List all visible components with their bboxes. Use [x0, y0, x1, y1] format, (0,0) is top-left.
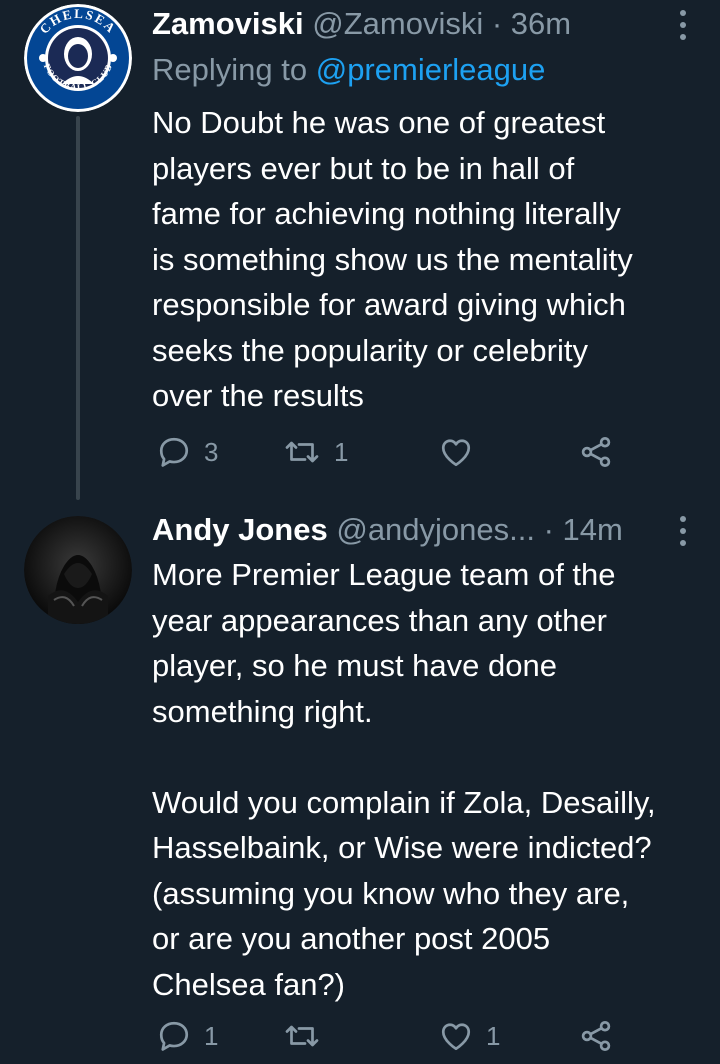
retweet-icon [285, 1025, 319, 1047]
avatar[interactable]: CHELSEA FOOTBALL CLUB [24, 4, 132, 112]
reply-count: 3 [204, 436, 219, 467]
retweet-count: 1 [334, 436, 349, 467]
chelsea-crest-icon: CHELSEA FOOTBALL CLUB [24, 4, 132, 112]
replying-mention-link[interactable]: @premierleague [316, 52, 546, 87]
reply-button[interactable]: 3 [156, 432, 218, 472]
like-button[interactable] [438, 432, 486, 472]
retweet-button[interactable]: 1 [282, 432, 348, 472]
heart-icon [441, 1023, 471, 1051]
action-bar: 3 1 [152, 432, 720, 472]
thread-line [76, 116, 80, 500]
hooded-figure-icon [24, 516, 132, 624]
replying-prefix: Replying to [152, 52, 308, 87]
share-icon [581, 437, 611, 467]
like-button[interactable]: 1 [438, 1016, 500, 1056]
retweet-button[interactable] [282, 1016, 334, 1056]
handle-and-time[interactable]: @Zamoviski · 36m [312, 6, 571, 41]
share-button[interactable] [578, 1016, 614, 1056]
share-icon [581, 1021, 611, 1051]
tweet-text: No Doubt he was one of greatest players … [152, 105, 633, 413]
display-name[interactable]: Zamoviski [152, 6, 304, 41]
tweet-header: Zamoviski @Zamoviski · 36m [152, 2, 650, 46]
replying-to: Replying to @premierleague [152, 48, 545, 92]
heart-icon [441, 439, 471, 467]
tweet[interactable]: Andy Jones @andyjones... · 14m More Prem… [0, 500, 720, 1064]
tweet[interactable]: CHELSEA FOOTBALL CLUB Zamoviski @Zamovis… [0, 0, 720, 500]
tweet-header: Andy Jones @andyjones... · 14m [152, 508, 650, 552]
reply-icon [159, 1021, 189, 1051]
reply-button[interactable]: 1 [156, 1016, 218, 1056]
handle-and-time[interactable]: @andyjones... · 14m [336, 512, 623, 547]
retweet-icon [285, 441, 319, 463]
reply-icon [159, 437, 189, 467]
share-button[interactable] [578, 432, 614, 472]
more-icon[interactable] [678, 10, 688, 40]
display-name[interactable]: Andy Jones [152, 512, 328, 547]
avatar[interactable] [24, 516, 132, 624]
reply-count: 1 [204, 1020, 219, 1051]
more-icon[interactable] [678, 516, 688, 546]
like-count: 1 [486, 1020, 501, 1051]
tweet-text: More Premier League team of the year app… [152, 557, 656, 1002]
action-bar: 1 1 [152, 1016, 720, 1056]
